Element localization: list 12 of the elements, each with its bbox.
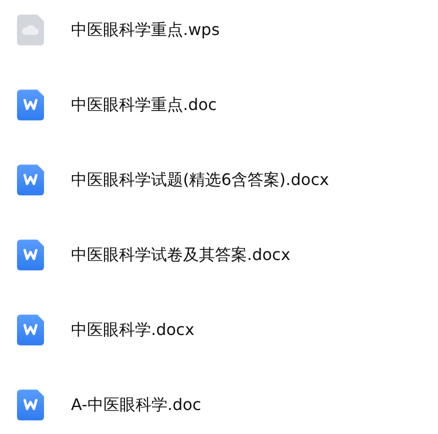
document-icon (17, 89, 44, 121)
document-icon (17, 239, 44, 271)
file-name[interactable]: 中医眼科学重点.doc (71, 94, 217, 116)
file-name[interactable]: 中医眼科学重点.wps (71, 20, 220, 40)
file-name[interactable]: 中医眼科学试题(精选6含答案).docx (71, 170, 329, 190)
file-name[interactable]: 中医眼科学.docx (71, 320, 194, 340)
file-name[interactable]: A-中医眼科学.doc (71, 394, 202, 416)
cloud-file-icon (17, 14, 44, 46)
document-icon (17, 314, 44, 346)
document-icon (17, 389, 44, 421)
document-icon (17, 164, 44, 196)
file-name[interactable]: 中医眼科学试卷及其答案.docx (71, 244, 290, 266)
